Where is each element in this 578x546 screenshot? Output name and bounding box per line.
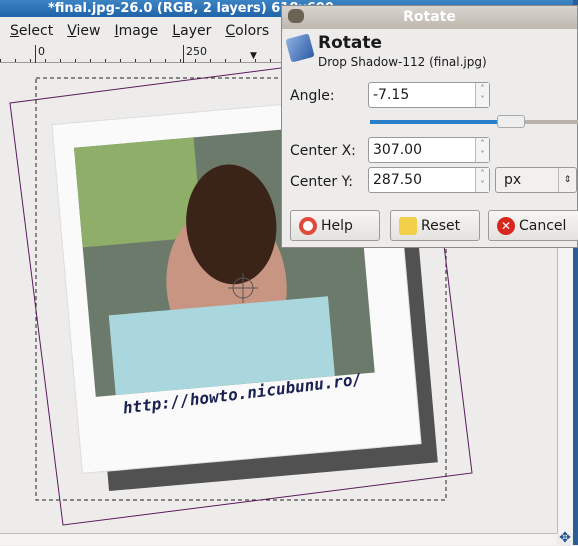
angle-input[interactable]: -7.15 ˄ ˅ <box>368 82 490 108</box>
cancel-icon: ✕ <box>497 216 515 235</box>
menu-layer[interactable]: Layer <box>172 23 211 39</box>
dialog-titlebar[interactable]: Rotate <box>282 6 577 29</box>
menu-view[interactable]: View <box>67 23 100 39</box>
slider-knob[interactable] <box>497 115 526 128</box>
lifebuoy-icon <box>299 216 317 235</box>
angle-slider[interactable] <box>370 115 578 128</box>
reset-icon <box>399 216 417 235</box>
center-y-label: Center Y: <box>290 174 353 190</box>
pointer-marker-icon: ▼ <box>250 51 257 61</box>
center-x-input[interactable]: 307.00 ˄ ˅ <box>368 137 490 163</box>
menu-colors[interactable]: Colors <box>225 23 269 39</box>
navigate-icon[interactable]: ✥ <box>557 531 573 545</box>
horizontal-scrollbar[interactable] <box>0 533 557 545</box>
rotate-tool-icon <box>285 33 315 63</box>
rotate-dialog: Rotate Rotate Drop Shadow-112 (final.jpg… <box>281 5 578 248</box>
dialog-title: Rotate <box>403 9 456 25</box>
center-x-label: Center X: <box>290 143 356 159</box>
ruler-label: 0 <box>38 45 45 58</box>
dialog-header-subtitle: Drop Shadow-112 (final.jpg) <box>318 55 487 69</box>
menu-select[interactable]: Select <box>10 23 53 39</box>
spin-arrows-icon[interactable]: ˄ ˅ <box>475 168 489 192</box>
menu-image[interactable]: Image <box>114 23 158 39</box>
select-arrows-icon: ⇕ <box>558 168 576 192</box>
cancel-button[interactable]: ✕ Cancel <box>488 210 578 241</box>
angle-label: Angle: <box>290 88 335 104</box>
gimp-icon <box>288 9 304 23</box>
spin-arrows-icon[interactable]: ˄ ˅ <box>475 138 489 162</box>
reset-button[interactable]: Reset <box>390 210 480 241</box>
unit-select[interactable]: px ⇕ <box>495 167 577 193</box>
spin-arrows-icon[interactable]: ˄ ˅ <box>475 83 489 107</box>
center-y-input[interactable]: 287.50 ˄ ˅ <box>368 167 490 193</box>
help-button[interactable]: Help <box>290 210 380 241</box>
dialog-header-title: Rotate <box>318 33 383 53</box>
ruler-label: 250 <box>186 45 207 58</box>
